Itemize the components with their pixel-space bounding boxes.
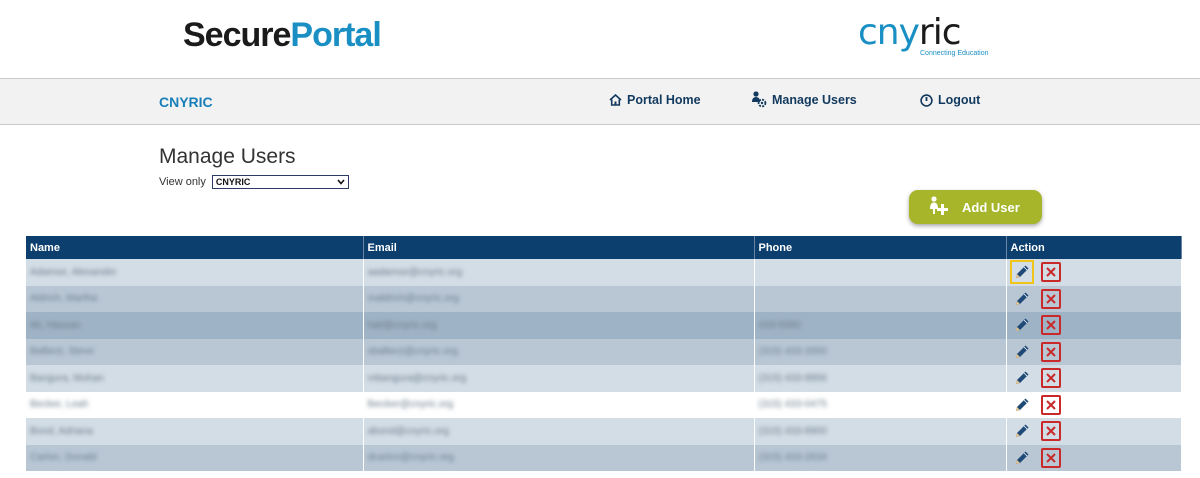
chevron-down-icon <box>337 177 345 187</box>
table-row: Adamse, Alexander aadamse@cnyric.org <box>26 259 1182 286</box>
pencil-icon <box>1015 318 1028 332</box>
table-row: Bond, Adriana abond@cnyric.org (315) 433… <box>26 418 1182 445</box>
delete-button[interactable] <box>1040 341 1061 362</box>
manage-users-icon <box>751 91 767 108</box>
nav-manage-users[interactable]: Manage Users <box>751 91 857 108</box>
delete-button[interactable] <box>1040 394 1061 415</box>
nav-manage-users-label: Manage Users <box>772 92 857 107</box>
delete-button[interactable] <box>1040 368 1061 389</box>
nav-brand[interactable]: CNYRIC <box>159 94 213 110</box>
logo-tagline: Connecting Education <box>920 50 989 57</box>
delete-button[interactable] <box>1040 315 1061 336</box>
close-icon <box>1045 373 1056 383</box>
nav-portal-home[interactable]: Portal Home <box>609 93 701 107</box>
delete-button[interactable] <box>1040 447 1061 468</box>
user-email: mbangura@cnyric.org <box>367 372 467 384</box>
user-email: hali@cnyric.org <box>367 319 437 331</box>
nav-logout[interactable]: Logout <box>920 93 980 107</box>
logo-portal-text: Portal <box>290 16 381 54</box>
table-row: Carlon, Donald dcarlon@cnyric.org (315) … <box>26 444 1182 471</box>
user-phone: (315) 433-2634 <box>758 452 827 464</box>
pencil-icon <box>1015 451 1028 464</box>
logo-cny-text: cny <box>858 12 920 53</box>
logo-ric-text: ric <box>918 12 962 53</box>
user-email: maldrich@cnyric.org <box>367 293 459 305</box>
edit-button[interactable] <box>1011 288 1033 310</box>
pencil-icon <box>1015 371 1028 385</box>
close-icon <box>1045 400 1056 410</box>
user-name: Carlon, Donald <box>30 452 97 464</box>
table-row: Ali, Hassan hali@cnyric.org 433-5580 <box>26 312 1182 339</box>
user-phone: 433-5580 <box>758 319 801 331</box>
user-email: lbecker@cnyric.org <box>367 399 454 411</box>
add-user-button[interactable]: Add User <box>909 190 1042 224</box>
user-name: Bond, Adriana <box>30 425 93 437</box>
close-icon <box>1045 267 1056 277</box>
column-header-phone[interactable]: Phone <box>754 236 1007 259</box>
organization-select-value: CNYRIC <box>215 177 251 187</box>
user-name: Becker, Leah <box>30 399 89 411</box>
close-icon <box>1045 426 1056 436</box>
table-row: Aldrich, Martha maldrich@cnyric.org <box>26 285 1182 312</box>
user-name: Adamse, Alexander <box>30 266 117 278</box>
organization-select[interactable]: CNYRIC <box>211 175 349 189</box>
view-only-filter: View only CNYRIC <box>159 175 349 189</box>
user-name: Aldrich, Martha <box>30 293 98 305</box>
close-icon <box>1045 294 1056 304</box>
site-header: SecurePortal cnyric Connecting Education <box>0 0 1200 78</box>
power-icon <box>920 93 933 107</box>
edit-button[interactable] <box>1011 420 1033 442</box>
add-user-icon <box>929 195 948 219</box>
user-name: Ali, Hassan <box>30 319 81 331</box>
nav-bar: CNYRIC Portal Home Manage Users Logout <box>0 78 1200 125</box>
user-email: sbalbezi@cnyric.org <box>367 346 458 358</box>
user-phone: (315) 433-8856 <box>758 372 827 384</box>
user-name: Bangura, Mohan <box>30 372 104 384</box>
edit-button[interactable] <box>1011 394 1033 416</box>
user-phone: (315) 433-2650 <box>758 346 827 358</box>
page-title: Manage Users <box>159 145 296 168</box>
delete-button[interactable] <box>1040 288 1061 309</box>
table-header-row: Name Email Phone Action <box>26 236 1182 259</box>
user-email: abond@cnyric.org <box>367 425 449 437</box>
pencil-icon <box>1015 345 1028 358</box>
delete-button[interactable] <box>1040 421 1061 442</box>
nav-portal-home-label: Portal Home <box>627 93 701 107</box>
table-row: Balbezi, Steve sbalbezi@cnyric.org (315)… <box>26 338 1182 365</box>
delete-button[interactable] <box>1040 262 1061 283</box>
edit-button[interactable] <box>1011 341 1033 363</box>
table-row: Becker, Leah lbecker@cnyric.org (315) 43… <box>26 391 1182 418</box>
logo-secure-text: Secure <box>183 16 291 54</box>
add-user-label: Add User <box>962 199 1020 215</box>
close-icon <box>1045 453 1056 463</box>
edit-button[interactable] <box>1011 314 1033 336</box>
edit-button[interactable] <box>1011 447 1033 469</box>
home-icon <box>609 94 622 106</box>
edit-button[interactable] <box>1009 260 1034 285</box>
close-icon <box>1045 347 1056 357</box>
column-header-name[interactable]: Name <box>26 236 364 259</box>
user-name: Balbezi, Steve <box>30 346 94 358</box>
pencil-icon <box>1015 292 1028 305</box>
user-phone: (315) 433-0475 <box>758 399 827 411</box>
close-icon <box>1045 320 1056 330</box>
table-row: Bangura, Mohan mbangura@cnyric.org (315)… <box>26 365 1182 392</box>
pencil-icon <box>1015 424 1028 438</box>
edit-button[interactable] <box>1011 367 1033 389</box>
nav-logout-label: Logout <box>938 93 981 107</box>
cnyric-logo[interactable]: cnyric Connecting Education <box>858 12 990 62</box>
secureportal-logo[interactable]: SecurePortal <box>183 16 382 55</box>
pencil-icon <box>1015 398 1028 411</box>
column-header-email[interactable]: Email <box>363 236 755 259</box>
user-email: aadamse@cnyric.org <box>367 266 463 278</box>
view-only-label: View only <box>159 176 206 188</box>
user-email: dcarlon@cnyric.org <box>367 452 454 464</box>
pencil-icon <box>1015 265 1028 279</box>
column-header-action: Action <box>1006 236 1182 259</box>
users-table: Name Email Phone Action Adamse, Alexande… <box>26 236 1182 471</box>
user-phone: (315) 433-8900 <box>758 425 827 437</box>
